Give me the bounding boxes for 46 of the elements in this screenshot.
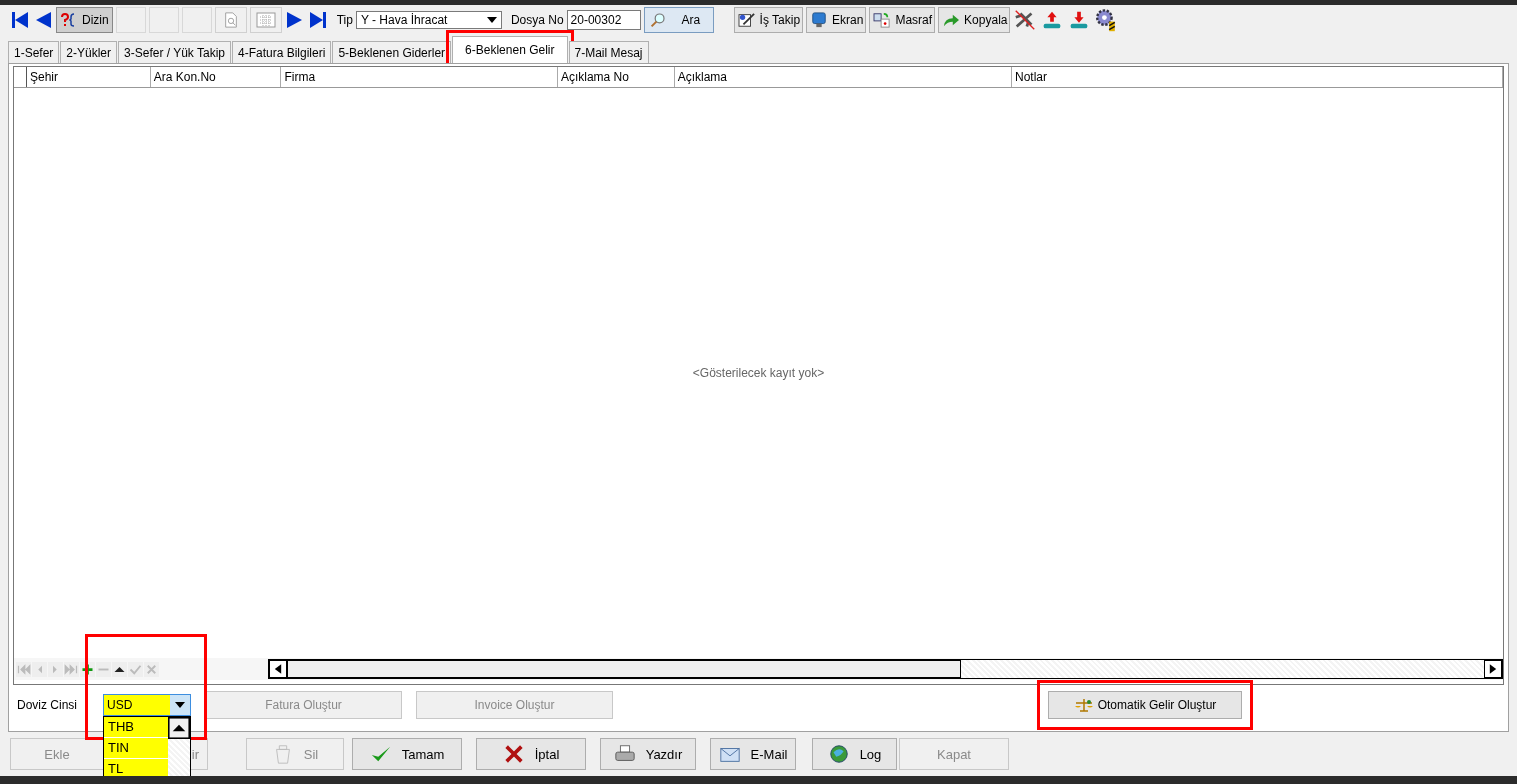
footer-button[interactable]: Log: [812, 738, 897, 770]
footer-button[interactable]: Tamam: [352, 738, 462, 770]
tab[interactable]: 7-Mail Mesaj: [568, 41, 649, 63]
file-no-label: Dosya No: [510, 13, 564, 27]
tab[interactable]: 2-Yükler: [60, 41, 118, 63]
first-record-icon[interactable]: [10, 10, 30, 30]
footer-button[interactable]: İptal: [476, 738, 586, 770]
toolbar-action-button[interactable]: Masraf: [869, 7, 936, 33]
scales-icon: [1073, 697, 1094, 713]
calendar-grid-icon: [255, 12, 276, 28]
notepad-pen-icon: [736, 12, 757, 28]
horizontal-scrollbar[interactable]: [268, 659, 1503, 679]
column-header[interactable]: Şehir: [26, 67, 151, 87]
column-header[interactable]: Açıklama: [674, 67, 1012, 87]
scroll-right-icon[interactable]: [1484, 660, 1502, 678]
currency-label: Doviz Cinsi: [17, 698, 78, 712]
check-icon[interactable]: [128, 661, 143, 677]
tab[interactable]: 1-Sefer: [8, 41, 60, 63]
scrollbar-thumb[interactable]: [287, 660, 961, 678]
tab[interactable]: 5-Beklenen Giderler: [332, 41, 452, 63]
column-header[interactable]: Notlar: [1011, 67, 1503, 87]
tab[interactable]: 3-Sefer / Yük Takip: [118, 41, 231, 63]
index-button[interactable]: Dizin: [56, 7, 113, 33]
column-header[interactable]: Firma: [281, 67, 558, 87]
last-record-icon[interactable]: [307, 10, 328, 30]
footer-button[interactable]: Yazdır: [600, 738, 696, 770]
toolbar-action-button[interactable]: Ekran: [806, 7, 867, 33]
toolbar-action-button[interactable]: Kopyala: [938, 7, 1011, 33]
tab[interactable]: 4-Fatura Bilgileri: [232, 41, 332, 63]
scroll-left-icon[interactable]: [269, 660, 287, 678]
scroll-up-icon[interactable]: [168, 717, 190, 739]
footer-button[interactable]: E-Mail: [710, 738, 796, 770]
globe-icon: [827, 743, 850, 765]
currency-combo[interactable]: USD: [103, 694, 191, 716]
type-label: Tip: [336, 13, 353, 27]
type-dropdown[interactable]: Y - Hava İhracat: [355, 11, 502, 29]
column-header[interactable]: Ara Kon.No: [150, 67, 282, 87]
file-no-field[interactable]: 20-00302: [566, 10, 641, 30]
auto-income-button[interactable]: Otomatik Gelir Oluştur: [1048, 691, 1242, 719]
caret-icon: [486, 17, 497, 23]
toolbar-action-button[interactable]: İş Takip: [733, 7, 804, 33]
empty-message: <Gösterilecek kayıt yok>: [692, 366, 825, 380]
search-button[interactable]: Ara: [643, 7, 714, 33]
document-arrow-icon: [872, 12, 893, 28]
column-header[interactable]: Açıklama No: [557, 67, 675, 87]
caret-icon: [175, 702, 185, 708]
